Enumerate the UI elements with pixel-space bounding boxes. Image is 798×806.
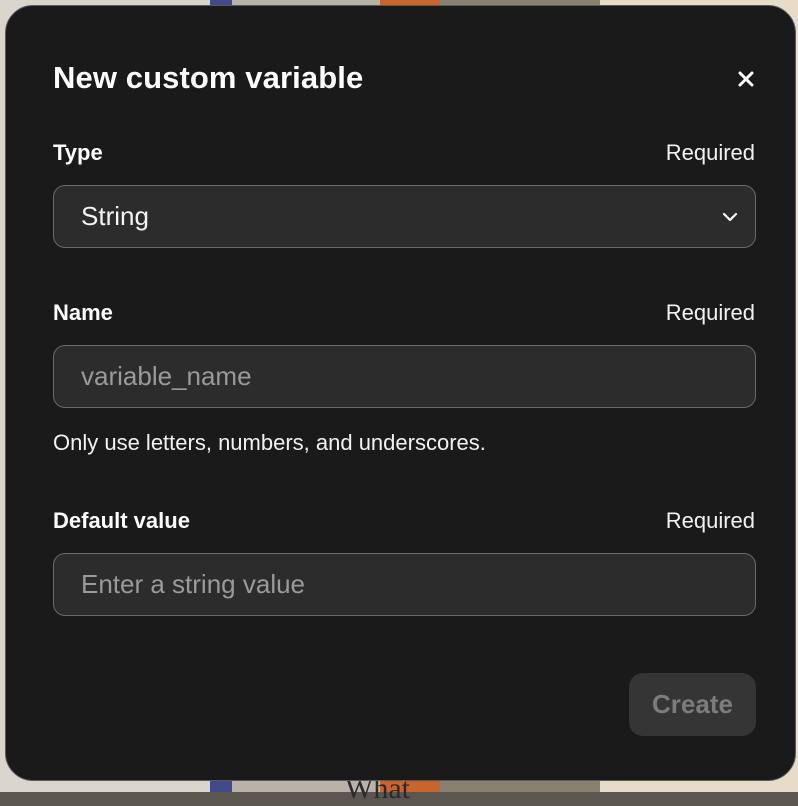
default-value-required-text: Required (665, 508, 755, 533)
new-custom-variable-dialog: New custom variable Type Required String… (5, 5, 796, 781)
name-required-text: Required (665, 300, 755, 325)
type-select[interactable]: String (53, 185, 756, 248)
create-button[interactable]: Create (629, 673, 756, 736)
type-label: Type (53, 140, 103, 165)
type-select-value: String (81, 201, 149, 231)
dialog-title: New custom variable (53, 60, 364, 95)
default-value-label: Default value (53, 508, 190, 533)
name-label: Name (53, 300, 113, 325)
default-value-input-placeholder: Enter a string value (81, 569, 306, 599)
name-hint: Only use letters, numbers, and underscor… (53, 430, 486, 455)
name-input-placeholder: variable_name (81, 361, 252, 391)
name-input[interactable]: variable_name (53, 345, 756, 408)
chevron-down-icon (722, 212, 738, 222)
default-value-input[interactable]: Enter a string value (53, 553, 756, 616)
close-button[interactable] (731, 64, 761, 94)
type-required-text: Required (665, 140, 755, 165)
close-icon (738, 71, 754, 87)
